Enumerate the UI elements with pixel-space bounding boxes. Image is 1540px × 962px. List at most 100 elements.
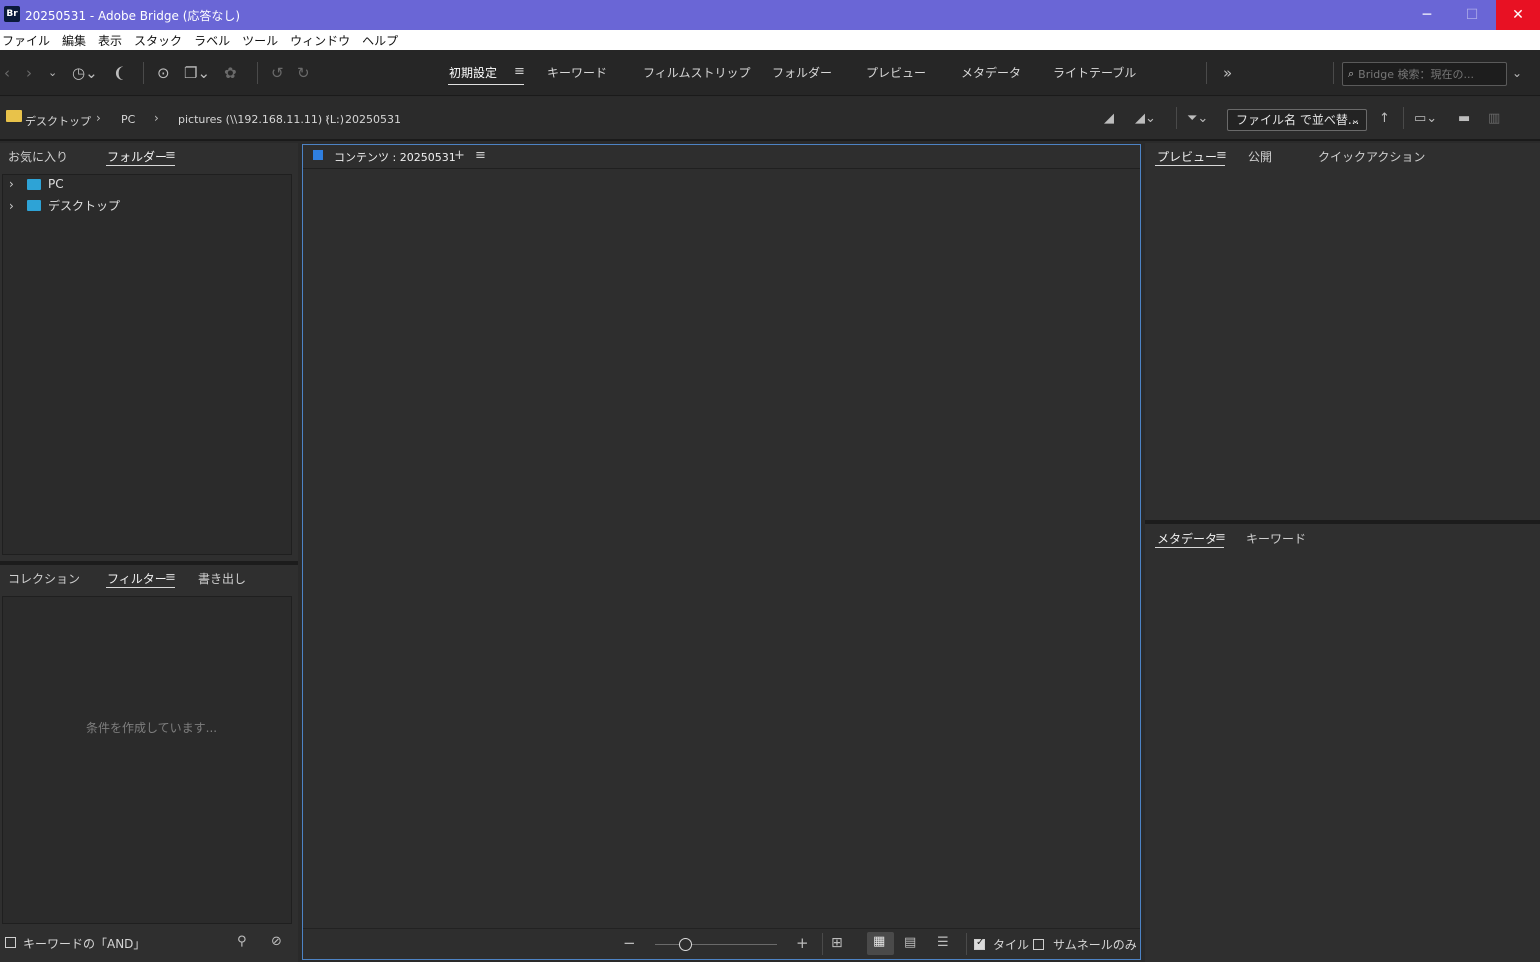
rating-filter-icon[interactable]: ◢⌄ [1135, 110, 1156, 128]
toolbar: ‹ › ⌄ ◷⌄ ❨ ⊙ ❐⌄ ✿ ↺ ↻ 初期設定 ≡ キーワード フィルムス… [0, 50, 1540, 96]
copy-icon[interactable]: ❐⌄ [184, 64, 210, 82]
sort-select[interactable]: ファイル名 で並べ替... ⌄ [1227, 109, 1367, 131]
panel-menu-icon[interactable]: ≡ [475, 148, 486, 163]
tile-checkbox[interactable] [974, 937, 985, 950]
menu-label[interactable]: ラベル [194, 32, 230, 49]
tab-preview[interactable]: プレビュー [1157, 148, 1217, 165]
thumbnail-only-checkbox[interactable] [1033, 939, 1044, 950]
new-folder-icon[interactable]: ▬ [1458, 110, 1470, 128]
filter-icon[interactable]: ⏷⌄ [1187, 110, 1208, 128]
title-bar: Br 20250531 - Adobe Bridge (応答なし) ─ ☐ ✕ [0, 0, 1540, 30]
breadcrumb-pc[interactable]: PC [121, 113, 135, 126]
more-workspaces-icon[interactable]: » [1223, 64, 1232, 82]
menu-edit[interactable]: 編集 [62, 32, 86, 49]
tab-export[interactable]: 書き出し [198, 570, 246, 587]
forward-icon[interactable]: › [26, 64, 32, 82]
footer-divider [966, 933, 967, 955]
content-title[interactable]: コンテンツ : 20250531 [334, 149, 456, 165]
thumbnail-only-label: サムネールのみ [1053, 938, 1137, 952]
zoom-out-icon[interactable]: − [623, 934, 636, 952]
sort-ascending-icon[interactable]: ↑ [1379, 110, 1390, 128]
tab-folders[interactable]: フォルダー [107, 148, 167, 165]
workspace-menu-icon[interactable]: ≡ [514, 64, 525, 79]
breadcrumb-desktop[interactable]: デスクトップ [25, 113, 91, 129]
tree-item-desktop[interactable]: › デスクトップ [9, 197, 120, 214]
tab-keywords[interactable]: キーワード [1246, 530, 1306, 547]
breadcrumb-separator-icon[interactable]: › [96, 111, 101, 125]
quality-icon[interactable]: ◢ [1104, 110, 1114, 128]
trash-icon[interactable]: ▥ [1488, 110, 1500, 128]
pin-icon[interactable]: ⚲ [237, 933, 247, 951]
chevron-right-icon[interactable]: › [9, 177, 23, 191]
tab-metadata[interactable]: メタデータ [1157, 530, 1217, 547]
pathbar-divider [1403, 107, 1404, 129]
search-input[interactable] [1358, 67, 1489, 81]
folders-panel: お気に入り フォルダー ≡ › PC › デスクトップ [0, 143, 298, 561]
active-tab-underline [1155, 547, 1224, 548]
menu-file[interactable]: ファイル [2, 32, 50, 49]
keyword-and-checkbox[interactable] [5, 937, 16, 948]
chevron-down-icon[interactable]: ⌄ [48, 64, 57, 82]
tab-publish[interactable]: 公開 [1248, 148, 1272, 165]
clear-filter-icon[interactable]: ⊘ [271, 933, 282, 951]
panel-menu-icon[interactable]: ≡ [1215, 530, 1226, 545]
workspace-tab-metadata[interactable]: メタデータ [961, 64, 1021, 81]
filter-area [2, 596, 292, 924]
filter-panel: コレクション フィルター ≡ 書き出し キーワードの「AND」 ⚲ ⊘ [0, 565, 298, 962]
menu-tools[interactable]: ツール [242, 32, 278, 49]
tree-item-pc[interactable]: › PC [9, 177, 64, 191]
workspace-tab-folder[interactable]: フォルダー [772, 64, 832, 81]
breadcrumb-current-folder[interactable]: 20250531 [345, 113, 401, 126]
keyword-and-label: キーワードの「AND」 [23, 937, 146, 951]
rotate-left-icon[interactable]: ↺ [271, 64, 284, 82]
detail-view-icon[interactable]: ▤ [904, 934, 916, 952]
workspace-tab-filmstrip[interactable]: フィルムストリップ [643, 64, 751, 81]
boomerang-icon[interactable]: ❨ [113, 64, 126, 82]
workspace-tab-lighttable[interactable]: ライトテーブル [1053, 64, 1136, 81]
panel-menu-icon[interactable]: ≡ [165, 148, 176, 163]
desktop-icon [27, 200, 41, 211]
chevron-right-icon[interactable]: › [9, 199, 23, 213]
breadcrumb-separator-icon[interactable]: › [325, 111, 330, 125]
minimize-button[interactable]: ─ [1404, 0, 1450, 30]
tab-collections[interactable]: コレクション [8, 570, 80, 587]
content-panel: コンテンツ : 20250531 + ≡ − + ⊞ ▦ ▤ ☰ タイル サムネ… [302, 144, 1141, 960]
grid-lock-icon[interactable]: ⊞ [831, 934, 843, 952]
tile-label: タイル [993, 938, 1030, 952]
search-options-chevron-icon[interactable]: ⌄ [1512, 64, 1522, 82]
menu-stack[interactable]: スタック [134, 32, 182, 49]
tab-filter[interactable]: フィルター [107, 570, 167, 587]
list-view-icon[interactable]: ☰ [937, 934, 949, 952]
zoom-in-icon[interactable]: + [796, 934, 809, 952]
workspace-tab-keyword[interactable]: キーワード [547, 64, 607, 81]
history-icon[interactable]: ◷⌄ [72, 64, 98, 82]
menu-view[interactable]: 表示 [98, 32, 122, 49]
camera-icon[interactable]: ⊙ [157, 64, 170, 82]
toolbar-divider [257, 62, 258, 84]
close-button[interactable]: ✕ [1496, 0, 1540, 30]
workspace-tab-preview[interactable]: プレビュー [866, 64, 926, 81]
add-tab-icon[interactable]: + [454, 148, 465, 163]
tab-favorites[interactable]: お気に入り [8, 148, 68, 165]
breadcrumb-separator-icon[interactable]: › [154, 111, 159, 125]
folder-icon [6, 110, 22, 122]
menu-window[interactable]: ウィンドウ [290, 32, 350, 49]
back-icon[interactable]: ‹ [4, 64, 10, 82]
thumbnail-view-button[interactable]: ▦ [867, 932, 894, 955]
panel-menu-icon[interactable]: ≡ [1216, 148, 1227, 163]
breadcrumb-pictures[interactable]: pictures (\\192.168.11.11) (L:) [178, 113, 344, 126]
search-icon: ⌕ [1348, 67, 1355, 80]
tab-quick-actions[interactable]: クイックアクション [1318, 148, 1425, 165]
sort-select-label: ファイル名 で並べ替... [1236, 113, 1360, 127]
maximize-button[interactable]: ☐ [1449, 0, 1495, 30]
open-recent-icon[interactable]: ▭⌄ [1414, 110, 1437, 128]
workspace-tab-default[interactable]: 初期設定 [449, 64, 497, 81]
toolbar-divider [1333, 62, 1334, 84]
zoom-slider-track[interactable] [655, 944, 777, 945]
search-field[interactable]: ⌕ [1342, 62, 1507, 86]
panel-menu-icon[interactable]: ≡ [165, 570, 176, 585]
zoom-slider-handle[interactable] [679, 938, 692, 951]
refine-icon[interactable]: ✿ [224, 64, 237, 82]
rotate-right-icon[interactable]: ↻ [297, 64, 310, 82]
menu-help[interactable]: ヘルプ [362, 32, 398, 49]
